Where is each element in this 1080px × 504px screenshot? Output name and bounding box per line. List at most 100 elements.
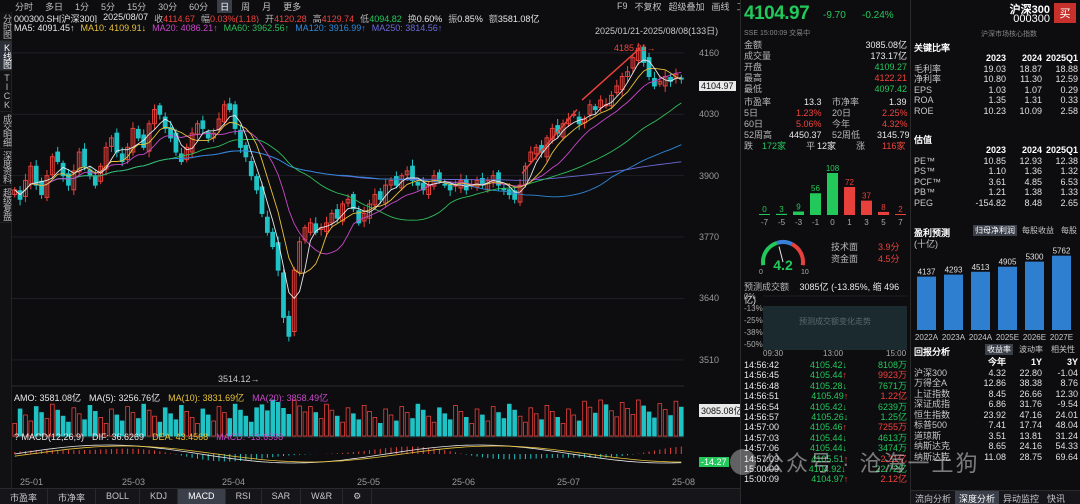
left-view-tab[interactable]: 超级复盘 — [0, 186, 12, 223]
tick-direction-icon: ↑ — [843, 391, 849, 402]
period-tab[interactable]: 更多 — [280, 0, 304, 13]
analysis-tab[interactable]: 流向分析 — [911, 491, 955, 504]
analysis-tab[interactable]: 异动监控 — [999, 491, 1043, 504]
left-view-tab[interactable]: 分时图 — [0, 12, 12, 41]
distribution-category: 5 — [881, 218, 886, 227]
period-tab[interactable]: 月 — [259, 0, 274, 13]
table-cell: 12.93 — [1019, 155, 1042, 166]
table-row: 标普500 7.41 17.74 48.04 — [914, 420, 1078, 431]
chart-control-item[interactable]: F9 — [617, 1, 628, 11]
table-cell: 1.35 — [988, 95, 1006, 105]
profit-tab[interactable]: 每股 — [1059, 225, 1079, 236]
indicator-tab[interactable]: SAR — [262, 489, 302, 504]
ma10-legend: MA10: 4109.91↓ — [80, 23, 147, 33]
period-tab[interactable]: 分时 — [12, 0, 36, 13]
indicator-tab[interactable]: 市净率 — [48, 489, 97, 504]
range-label: 幅 — [201, 14, 211, 23]
table-row: PS™ 1.10 1.36 1.32 — [914, 166, 1078, 177]
fund-label: 资金面 — [831, 254, 859, 264]
left-view-tab[interactable]: 成交明细 — [0, 112, 12, 149]
price-axis-label: 3510 — [699, 354, 720, 365]
period-tab[interactable]: 多日 — [42, 0, 66, 13]
indicator-tab[interactable]: BOLL — [96, 489, 141, 504]
tick-price: 4104.97↑ — [811, 474, 848, 484]
last-price: 4104.97 — [744, 3, 810, 24]
d5-label: 5日 — [744, 108, 759, 118]
date-range-label: 2025/01/21-2025/08/08(133日) — [595, 26, 719, 36]
table-cell: 26.66 — [1019, 388, 1042, 399]
tick-time: 14:57:00 — [744, 422, 780, 433]
profit-bar — [917, 276, 936, 330]
period-tab[interactable]: 15分 — [124, 0, 149, 13]
analysis-tab[interactable]: 深度分析 — [955, 491, 1000, 504]
table-cell: 23.92 — [983, 409, 1006, 420]
candle-body — [592, 106, 598, 111]
distribution-category: -1 — [812, 218, 820, 227]
amount-bar — [447, 419, 453, 437]
indicator-tab[interactable]: KDJ — [140, 489, 179, 504]
tick-price: 4105.44↑ — [810, 370, 847, 380]
period-tab[interactable]: 日 — [217, 0, 233, 13]
amount-bar — [587, 406, 593, 437]
tick-row: 14:56:42 4105.42↓ 8108万 — [744, 360, 907, 370]
indicator-tab[interactable]: W&R — [301, 489, 344, 504]
table-row-name: EPS — [914, 84, 933, 95]
amount-bar — [313, 412, 319, 437]
table-cell: 38.38 — [1019, 378, 1042, 388]
amount-bar — [566, 408, 571, 437]
period-tab[interactable]: 60分 — [186, 0, 211, 13]
buy-button[interactable]: 买 — [1054, 3, 1076, 23]
indicator-tab[interactable]: 市盈率 — [0, 489, 49, 504]
up-value: 116家 — [882, 141, 906, 151]
chart-control-item[interactable]: 画线 — [712, 0, 730, 13]
candlestick-chart[interactable] — [12, 34, 698, 477]
left-view-tab[interactable]: 深度资料 — [0, 149, 12, 186]
table-cell: 31.24 — [1055, 430, 1078, 441]
forecast-chart: 0% -13% -25% -38% -50% 预测成交额变化走势 09:30 13:00 15:… — [744, 292, 907, 358]
open-row-label: 开盘 — [744, 62, 763, 72]
distribution-category: -3 — [795, 218, 803, 227]
left-view-tab[interactable]: TICK — [0, 71, 12, 112]
return-tab[interactable]: 收益率 — [985, 344, 1013, 355]
chart-control-item[interactable]: 不复权 — [635, 0, 662, 13]
turnover-value: 0.60% — [416, 14, 443, 23]
profit-category: 2026E — [1023, 333, 1046, 342]
amount-bar — [598, 399, 603, 437]
profit-tab[interactable]: 归母净利润 — [973, 225, 1017, 236]
indicator-tab[interactable]: MACD — [178, 489, 226, 504]
period-tab[interactable]: 1分 — [72, 0, 92, 13]
indicator-tab[interactable]: ⚙ — [343, 489, 373, 504]
period-tab[interactable]: 周 — [238, 0, 253, 13]
indicator-tab[interactable]: RSI — [226, 489, 262, 504]
amount-bar — [351, 413, 356, 437]
candle-body — [447, 184, 453, 191]
amount-row-value: 3085.08亿 — [865, 40, 907, 50]
candle-body — [286, 315, 292, 337]
table-row: 净利率 10.80 11.30 12.59 — [914, 74, 1078, 85]
table-row-name: 标普500 — [914, 420, 948, 430]
left-view-tabs: 分时图 K线图 TICK 成交明细 深度资料 超级复盘 — [0, 12, 12, 492]
candle-body — [415, 181, 421, 186]
chart-control-item[interactable]: 超级叠加 — [669, 0, 705, 13]
ma250-legend: MA250: 3814.56↑ — [371, 23, 443, 33]
left-view-tab[interactable]: K线图 — [0, 41, 12, 71]
amount-bar — [571, 414, 577, 437]
amo-ma20: MA(20): 3858.49亿 — [252, 393, 329, 403]
tick-price-value: 4105.42 — [809, 401, 843, 412]
return-tab[interactable]: 波动率 — [1017, 344, 1045, 355]
period-tab[interactable]: 5分 — [98, 0, 118, 13]
period-tab[interactable]: 30分 — [155, 0, 180, 13]
tick-row: 14:56:54 4105.42↓ 6239万 — [744, 402, 907, 412]
table-header-cell: 3Y — [1066, 357, 1078, 367]
profit-tab[interactable]: 每股收益 — [1020, 225, 1056, 236]
table-cell: 69.64 — [1055, 451, 1078, 462]
w52l-label: 52周低 — [832, 130, 861, 140]
distribution-value: 8 — [881, 203, 886, 212]
return-tab[interactable]: 相关性 — [1049, 344, 1077, 355]
table-row-name: 毛利率 — [914, 63, 942, 74]
tick-row: 14:57:06 4105.44↓ 3474万 — [744, 443, 907, 453]
range-value: 0.03%(1.18) — [210, 14, 260, 23]
amount-bar — [550, 410, 555, 437]
analysis-tab[interactable]: 快讯 — [1043, 491, 1069, 504]
candle-body — [254, 176, 259, 191]
